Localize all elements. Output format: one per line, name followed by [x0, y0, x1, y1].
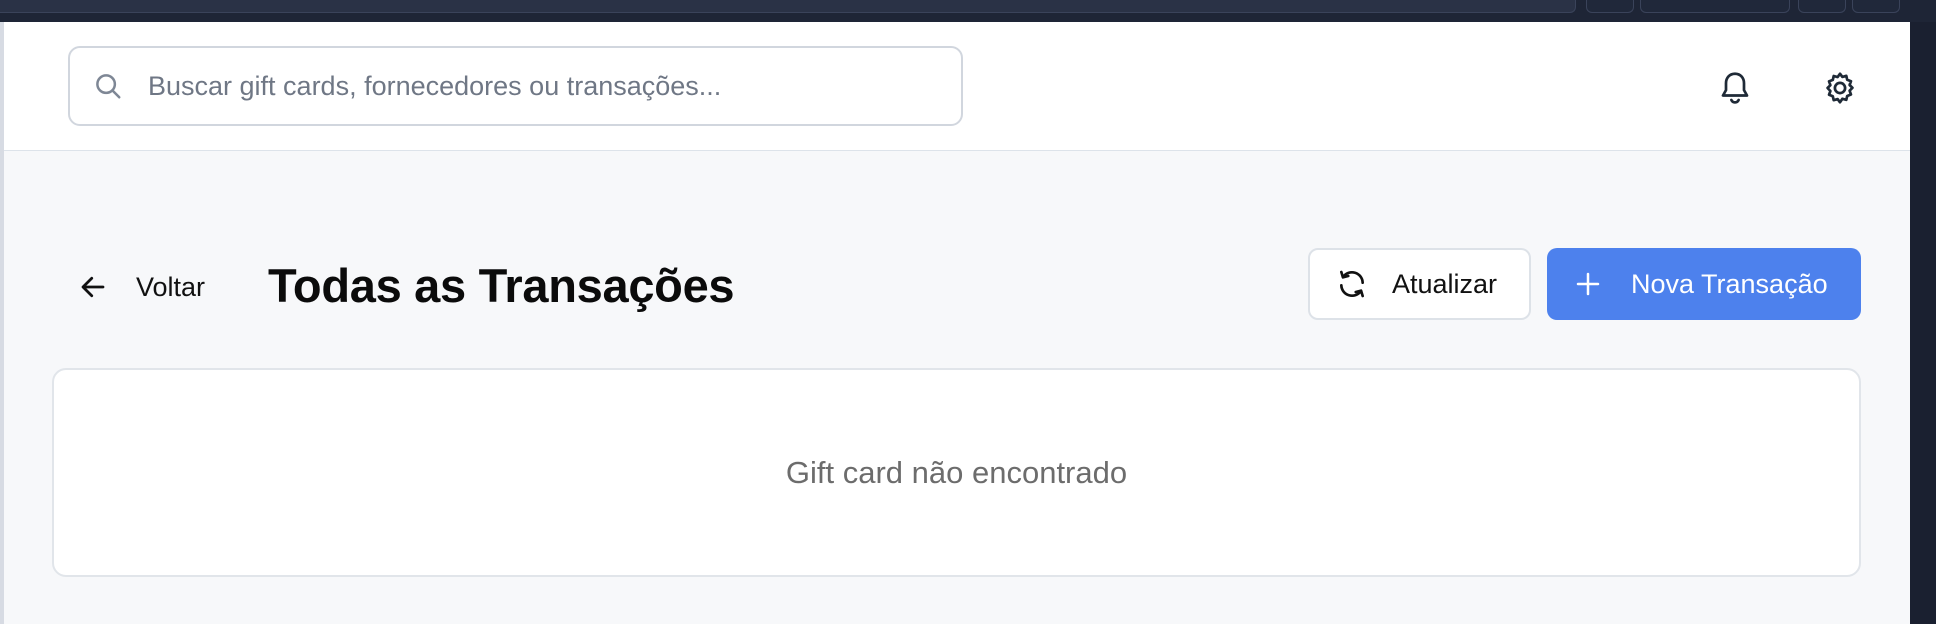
window-control[interactable] — [1798, 0, 1846, 13]
page-title: Todas as Transações — [268, 259, 735, 312]
search-icon — [92, 70, 124, 102]
window-edge — [1910, 22, 1936, 624]
new-transaction-button-label: Nova Transação — [1631, 268, 1828, 299]
back-button[interactable]: Voltar — [78, 262, 205, 312]
window-control[interactable] — [1640, 0, 1790, 13]
window-control[interactable] — [1852, 0, 1900, 13]
refresh-button-label: Atualizar — [1392, 268, 1498, 299]
plus-icon — [1576, 272, 1600, 296]
top-header — [4, 22, 1910, 151]
tab-strip — [0, 0, 1576, 13]
back-button-label: Voltar — [136, 271, 206, 302]
new-transaction-button[interactable]: Nova Transação — [1547, 248, 1861, 320]
gear-icon[interactable] — [1822, 70, 1858, 106]
search-bar[interactable] — [68, 46, 963, 126]
window-titlebar — [0, 0, 1936, 22]
empty-state-message: Gift card não encontrado — [785, 454, 1128, 490]
refresh-button[interactable]: Atualizar — [1308, 248, 1531, 320]
refresh-icon — [1340, 270, 1364, 298]
window-control[interactable] — [1586, 0, 1634, 13]
arrow-left-icon — [81, 276, 105, 298]
empty-state-card: Gift card não encontrado — [52, 368, 1861, 577]
app-surface: Voltar Todas as Transações Atualizar Nov… — [0, 22, 1910, 624]
search-input[interactable] — [148, 70, 928, 102]
bell-icon[interactable] — [1717, 68, 1753, 108]
